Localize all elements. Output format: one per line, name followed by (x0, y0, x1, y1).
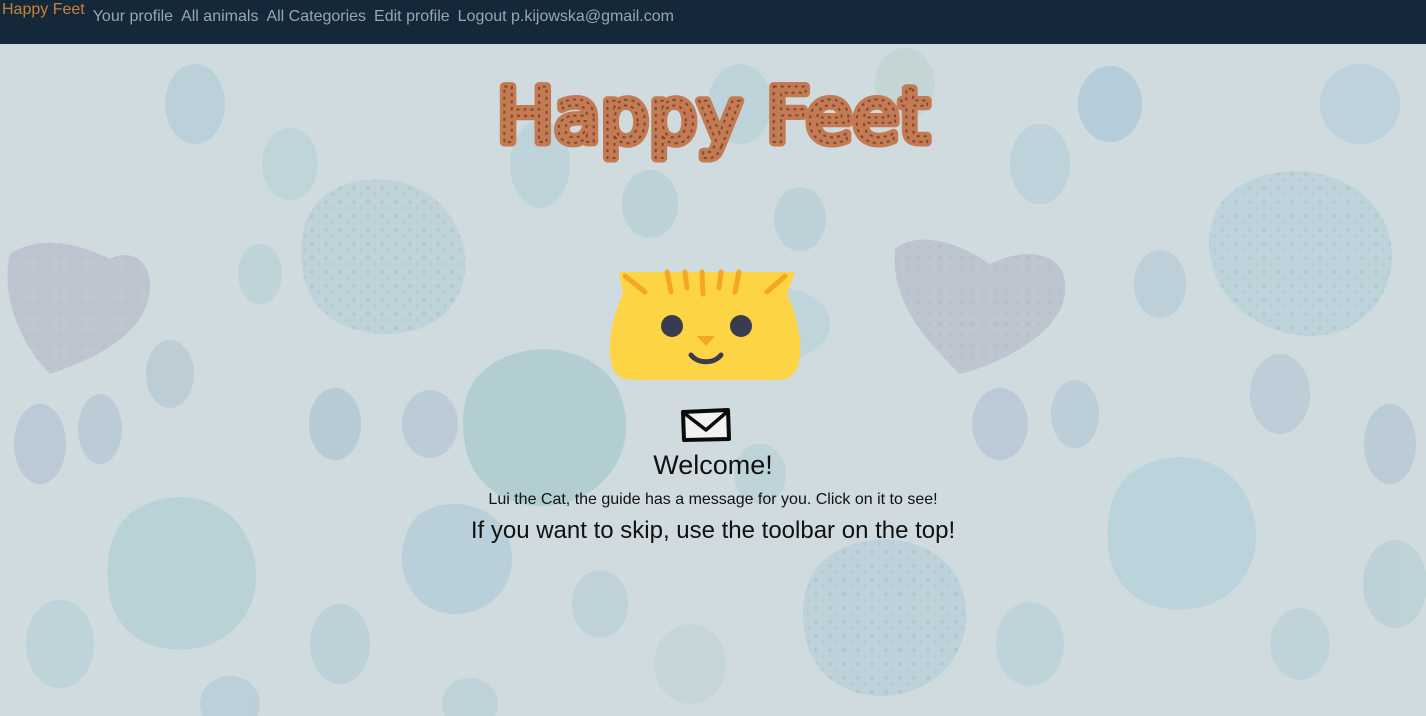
hero-title-stitch: Happy Feet (497, 71, 929, 160)
skip-instruction-text: If you want to skip, use the toolbar on … (470, 517, 956, 544)
brand-link[interactable]: Happy Feet (2, 1, 85, 19)
nav-logout[interactable]: Logout p.kijowska@gmail.com (458, 8, 674, 26)
nav-all-categories[interactable]: All Categories (266, 8, 366, 26)
hero-title: Happy Feet Happy Feet (0, 70, 1426, 195)
cat-guide-button[interactable] (605, 262, 805, 387)
message-envelope-button[interactable] (678, 406, 734, 446)
nav-edit-profile[interactable]: Edit profile (374, 8, 450, 26)
cat-face-icon (609, 269, 801, 380)
hero-title-lettering: Happy Feet Happy Feet (493, 70, 933, 165)
envelope-icon (681, 408, 731, 442)
guide-message-text: Lui the Cat, the guide has a message for… (488, 491, 938, 508)
nav-your-profile[interactable]: Your profile (93, 8, 173, 26)
welcome-heading: Welcome! (653, 450, 773, 480)
top-navbar: Happy Feet Your profile All animals All … (0, 0, 1426, 44)
nav-all-animals[interactable]: All animals (181, 8, 258, 26)
